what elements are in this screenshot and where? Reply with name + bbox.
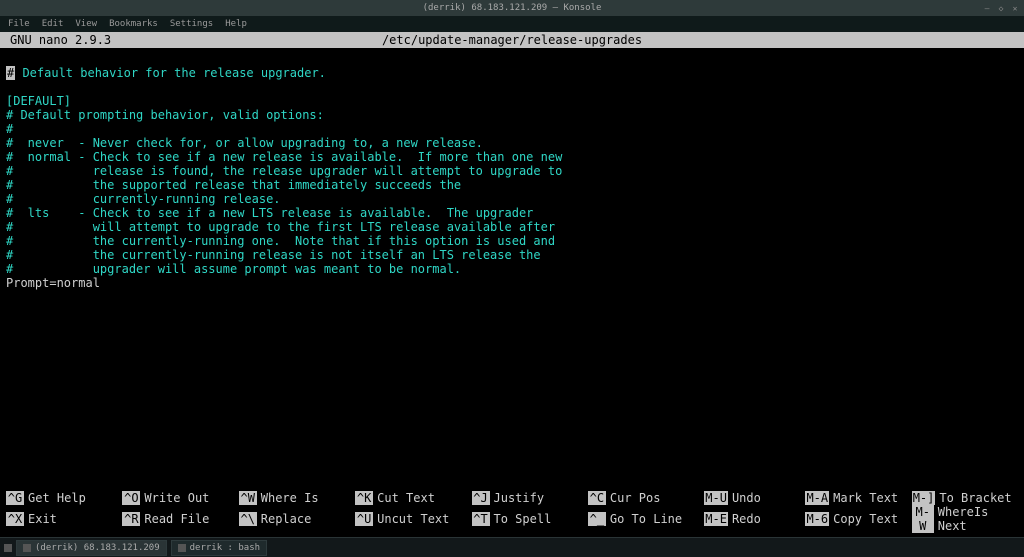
menu-bookmarks[interactable]: Bookmarks	[109, 19, 158, 29]
terminal-icon	[178, 544, 186, 552]
editor-line: # the currently-running release is not i…	[6, 248, 541, 262]
nano-filepath: /etc/update-manager/release-upgrades	[200, 32, 824, 48]
editor-line: # currently-running release.	[6, 192, 281, 206]
taskbar-item-label: derrik : bash	[190, 543, 260, 553]
shortcut-mark-text: M-AMark Text	[805, 491, 911, 505]
window-title: (derrik) 68.183.121.209 — Konsole	[423, 3, 602, 13]
app-launcher-icon[interactable]	[4, 544, 12, 552]
app-menubar: File Edit View Bookmarks Settings Help	[0, 16, 1024, 32]
nano-shortcuts: ^GGet Help ^OWrite Out ^WWhere Is ^KCut …	[0, 489, 1024, 537]
shortcut-whereis-next: M-WWhereIs Next	[912, 505, 1018, 533]
shortcut-row-2: ^XExit ^RRead File ^\Replace ^UUncut Tex…	[6, 505, 1018, 533]
editor-line: # lts - Check to see if a new LTS releas…	[6, 206, 533, 220]
editor-cursor-highlight: #	[6, 66, 15, 80]
shortcut-undo: M-UUndo	[704, 491, 805, 505]
editor-line: # Default prompting behavior, valid opti…	[6, 108, 324, 122]
menu-file[interactable]: File	[8, 19, 30, 29]
window-controls: – ◇ ✕	[982, 3, 1020, 13]
maximize-icon[interactable]: ◇	[996, 3, 1006, 13]
editor-area[interactable]: # Default behavior for the release upgra…	[0, 48, 1024, 489]
menu-edit[interactable]: Edit	[42, 19, 64, 29]
menu-settings[interactable]: Settings	[170, 19, 213, 29]
shortcut-cur-pos: ^CCur Pos	[588, 491, 704, 505]
taskbar-item-label: (derrik) 68.183.121.209	[35, 543, 160, 553]
editor-line: # never - Never check for, or allow upgr…	[6, 136, 483, 150]
shortcut-redo: M-ERedo	[704, 505, 805, 533]
menu-help[interactable]: Help	[225, 19, 247, 29]
editor-line: # the currently-running one. Note that i…	[6, 234, 555, 248]
editor-line: [DEFAULT]	[6, 94, 71, 108]
shortcut-where-is: ^WWhere Is	[239, 491, 355, 505]
shortcut-justify: ^JJustify	[472, 491, 588, 505]
shortcut-to-bracket: M-]To Bracket	[912, 491, 1018, 505]
editor-line: Default behavior for the release upgrade…	[15, 66, 326, 80]
editor-line: # will attempt to upgrade to the first L…	[6, 220, 555, 234]
nano-version: GNU nano 2.9.3	[0, 32, 200, 48]
close-icon[interactable]: ✕	[1010, 3, 1020, 13]
shortcut-to-spell: ^TTo Spell	[472, 505, 588, 533]
shortcut-exit: ^XExit	[6, 505, 122, 533]
shortcut-row-1: ^GGet Help ^OWrite Out ^WWhere Is ^KCut …	[6, 491, 1018, 505]
taskbar-item[interactable]: derrik : bash	[171, 540, 267, 556]
editor-line: # upgrader will assume prompt was meant …	[6, 262, 461, 276]
taskbar-item-active[interactable]: (derrik) 68.183.121.209	[16, 540, 167, 556]
shortcut-cut-text: ^KCut Text	[355, 491, 471, 505]
editor-line: #	[6, 122, 13, 136]
shortcut-get-help: ^GGet Help	[6, 491, 122, 505]
terminal-icon	[23, 544, 31, 552]
shortcut-uncut-text: ^UUncut Text	[355, 505, 471, 533]
shortcut-copy-text: M-6Copy Text	[805, 505, 911, 533]
editor-line: # the supported release that immediately…	[6, 178, 461, 192]
nano-header: GNU nano 2.9.3 /etc/update-manager/relea…	[0, 32, 1024, 48]
minimize-icon[interactable]: –	[982, 3, 992, 13]
shortcut-write-out: ^OWrite Out	[122, 491, 238, 505]
editor-line: Prompt=normal	[6, 276, 100, 290]
shortcut-go-to-line: ^_Go To Line	[588, 505, 704, 533]
window-titlebar: (derrik) 68.183.121.209 — Konsole – ◇ ✕	[0, 0, 1024, 16]
shortcut-read-file: ^RRead File	[122, 505, 238, 533]
menu-view[interactable]: View	[75, 19, 97, 29]
shortcut-replace: ^\Replace	[239, 505, 355, 533]
editor-line: # normal - Check to see if a new release…	[6, 150, 562, 164]
editor-line: # release is found, the release upgrader…	[6, 164, 562, 178]
taskbar: (derrik) 68.183.121.209 derrik : bash	[0, 537, 1024, 557]
